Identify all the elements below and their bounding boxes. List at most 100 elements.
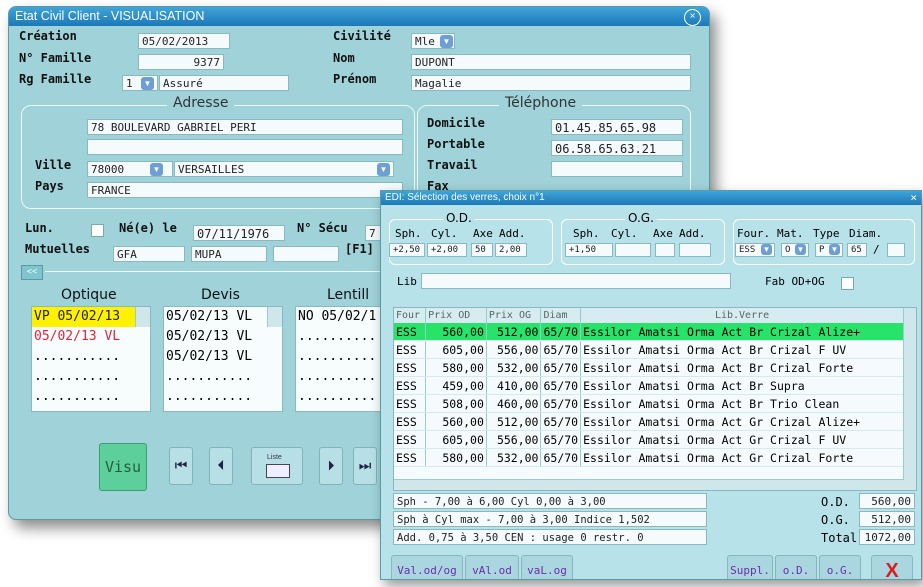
total-og-field: 512,00 (859, 511, 915, 527)
od-sph-label: Sph. (395, 227, 422, 240)
od-sph-field[interactable]: +2,50 (389, 243, 425, 257)
nom-field[interactable]: DUPONT (411, 54, 691, 70)
rg-famille-dropdown-icon[interactable]: ▼ (141, 77, 154, 90)
prenom-label: Prénom (333, 72, 377, 86)
list-item[interactable]: 05/02/13 VL (164, 347, 282, 367)
ne-le-field[interactable]: 07/11/1976 (193, 225, 285, 241)
last-record-button[interactable]: ⏭ (353, 447, 377, 485)
liste-button[interactable]: Liste (251, 447, 303, 485)
collapse-button[interactable]: << (21, 265, 43, 280)
table-row[interactable]: ESS 508,00 460,00 65/70 Essilor Amatsi Orma … (394, 394, 904, 413)
lentilles-list[interactable]: NO 05/02/1 .......... .......... .......… (295, 306, 391, 412)
column-header[interactable]: Prix OG (486, 308, 542, 323)
lib-field[interactable] (421, 273, 731, 289)
devis-scrollbar[interactable] (267, 307, 282, 327)
column-header[interactable]: Prix OD (425, 308, 487, 323)
table-row[interactable]: ESS 605,00 556,00 65/70 Essilor Amatsi Orma … (394, 340, 904, 359)
list-item[interactable]: .......... (296, 347, 390, 367)
next-record-button[interactable]: ⏵ (319, 447, 343, 485)
four-dropdown-icon[interactable]: ▼ (761, 244, 772, 255)
list-item[interactable]: ........... (164, 387, 282, 407)
diam-field[interactable]: 65 (847, 243, 867, 257)
list-item[interactable]: .......... (296, 327, 390, 347)
adresse-line1[interactable]: 78 BOULEVARD GABRIEL PERI (87, 119, 403, 135)
list-item[interactable]: .......... (296, 367, 390, 387)
domicile-field[interactable]: 01.45.85.65.98 (551, 119, 683, 135)
civilite-dropdown-icon[interactable]: ▼ (440, 35, 453, 48)
cancel-icon[interactable]: X (871, 555, 913, 579)
mat-dropdown-icon[interactable]: ▼ (795, 244, 806, 255)
og-axe-field[interactable] (655, 243, 675, 257)
table-row[interactable]: ESS 580,00 532,00 65/70 Essilor Amatsi Orma … (394, 358, 904, 377)
list-item[interactable]: ........... (164, 367, 282, 387)
table-cell: Essilor Amatsi Orma Act Br Crizal Alize+ (580, 323, 904, 341)
val-og-button[interactable]: vaL.og (521, 555, 573, 579)
list-item[interactable]: 05/02/13 VL (164, 327, 282, 347)
diam-field-2[interactable] (887, 243, 905, 257)
table-cell: 459,00 (425, 376, 487, 395)
column-header[interactable]: Diam (540, 308, 582, 323)
od-button[interactable]: o.D. (775, 555, 817, 579)
column-header[interactable]: Lib.Verre (580, 308, 904, 323)
close-icon[interactable]: × (684, 9, 701, 26)
og-sph-field[interactable]: +1,50 (565, 243, 613, 257)
column-header[interactable]: Four (394, 308, 427, 323)
list-item[interactable]: ........... (32, 347, 150, 367)
adresse-line2[interactable] (87, 139, 403, 155)
og-button[interactable]: o.G. (819, 555, 861, 579)
table-row[interactable]: ESS 580,00 532,00 65/70 Essilor Amatsi Orma … (394, 448, 904, 467)
list-item[interactable]: ........... (32, 367, 150, 387)
verres-close-icon[interactable]: × (910, 191, 917, 205)
lun-checkbox[interactable] (91, 224, 104, 237)
list-item[interactable]: NO 05/02/1 (296, 307, 390, 327)
mutuelle-3-field[interactable] (273, 246, 339, 262)
type-dropdown-icon[interactable]: ▼ (829, 244, 840, 255)
ville-dropdown-icon[interactable]: ▼ (377, 163, 390, 176)
table-row[interactable]: ESS 560,00 512,00 65/70 Essilor Amatsi Orma … (394, 412, 904, 431)
ville-field[interactable]: VERSAILLES (174, 161, 394, 177)
od-axe-field[interactable]: 50 (471, 243, 493, 257)
og-add-field[interactable] (679, 243, 711, 257)
total-label: Total (821, 531, 858, 545)
list-item[interactable]: .......... (296, 387, 390, 407)
code-postal-dropdown-icon[interactable]: ▼ (150, 163, 163, 176)
table-cell: 560,00 (425, 412, 487, 431)
lens-table-hscrollbar[interactable] (394, 479, 904, 490)
assure-field[interactable]: Assuré (159, 75, 289, 91)
prenom-field[interactable]: Magalie (411, 75, 691, 91)
pays-field[interactable]: FRANCE (87, 182, 403, 198)
creation-field[interactable]: 05/02/2013 (138, 33, 230, 49)
og-cyl-field[interactable] (615, 243, 651, 257)
lens-table-scrollbar[interactable] (903, 308, 916, 490)
portable-field[interactable]: 06.58.65.63.21 (551, 140, 683, 156)
val-od-button[interactable]: vAl.od (465, 555, 519, 579)
optique-list[interactable]: VP 05/02/13 05/02/13 VL ........... ....… (31, 306, 151, 412)
num-famille-field[interactable]: 9377 (138, 54, 224, 70)
list-item[interactable]: 05/02/13 VL (32, 327, 150, 347)
table-row[interactable]: ESS 459,00 410,00 65/70 Essilor Amatsi Orma … (394, 376, 904, 395)
travail-field[interactable] (551, 161, 683, 177)
visu-button[interactable]: Visu (99, 443, 147, 491)
table-cell: 532,00 (486, 448, 542, 467)
mutuelle-2-field[interactable]: MUPA (191, 246, 267, 262)
list-item[interactable]: VP 05/02/13 (32, 307, 150, 327)
list-item[interactable]: 05/02/13 VL (164, 307, 282, 327)
verres-window-title: EDI: Sélection des verres, choix n°1 (381, 191, 921, 205)
prev-record-button[interactable]: ⏴ (209, 447, 233, 485)
num-famille-label: N° Famille (19, 51, 92, 65)
optique-scrollbar[interactable] (135, 307, 150, 327)
suppl-button[interactable]: Suppl. (727, 555, 773, 579)
val-od-og-button[interactable]: Val.od/og (391, 555, 463, 579)
od-add-field[interactable]: 2,00 (495, 243, 527, 257)
lens-table[interactable]: Four Prix OD Prix OG Diam Lib.Verre ESS 560,0… (393, 307, 917, 491)
table-cell: ESS (394, 340, 427, 359)
table-row[interactable]: ESS 560,00 512,00 65/70 Essilor Amatsi Orma … (394, 323, 904, 341)
od-cyl-field[interactable]: +2,00 (427, 243, 467, 257)
first-record-button[interactable]: ⏮ (169, 447, 193, 485)
fab-checkbox[interactable] (841, 277, 854, 290)
list-item[interactable]: ........... (32, 387, 150, 407)
devis-list[interactable]: 05/02/13 VL 05/02/13 VL 05/02/13 VL ....… (163, 306, 283, 412)
mutuelle-1-field[interactable]: GFA (113, 246, 185, 262)
table-row[interactable]: ESS 605,00 556,00 65/70 Essilor Amatsi Orma … (394, 430, 904, 449)
table-cell: 580,00 (425, 448, 487, 467)
